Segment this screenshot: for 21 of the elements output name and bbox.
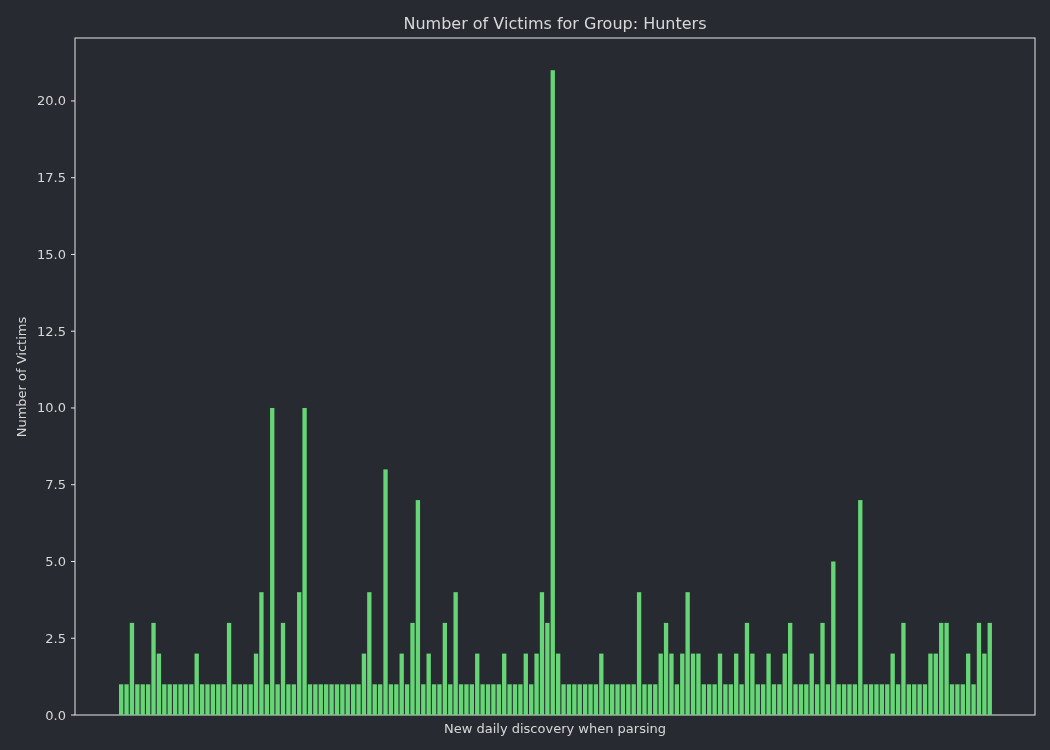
tick-mark	[70, 407, 76, 409]
y-tick-label: 0.0	[45, 707, 66, 723]
y-tick-label: 10.0	[37, 400, 66, 416]
chart-title: Number of Victims for Group: Hunters	[403, 14, 707, 33]
tick-mark	[70, 561, 76, 562]
y-tick-label: 5.0	[45, 554, 66, 569]
y-axis-label: Number of Victims	[14, 316, 29, 438]
tick-mark	[70, 637, 76, 639]
y-tick-label: 7.5	[45, 477, 66, 493]
x-axis-label: New daily discovery when parsing	[444, 721, 666, 736]
y-tick-label: 2.5	[45, 630, 66, 646]
tick-mark	[70, 714, 76, 716]
y-tick-label: 20.0	[37, 93, 66, 109]
y-tick-label: 12.5	[37, 323, 66, 339]
y-tick-label: 15.0	[37, 246, 66, 262]
tick-mark	[70, 253, 76, 255]
y-tick-label: 17.5	[37, 170, 66, 186]
tick-mark	[70, 330, 76, 332]
tick-mark	[70, 484, 76, 486]
tick-mark	[70, 177, 76, 179]
tick-mark	[70, 100, 76, 102]
